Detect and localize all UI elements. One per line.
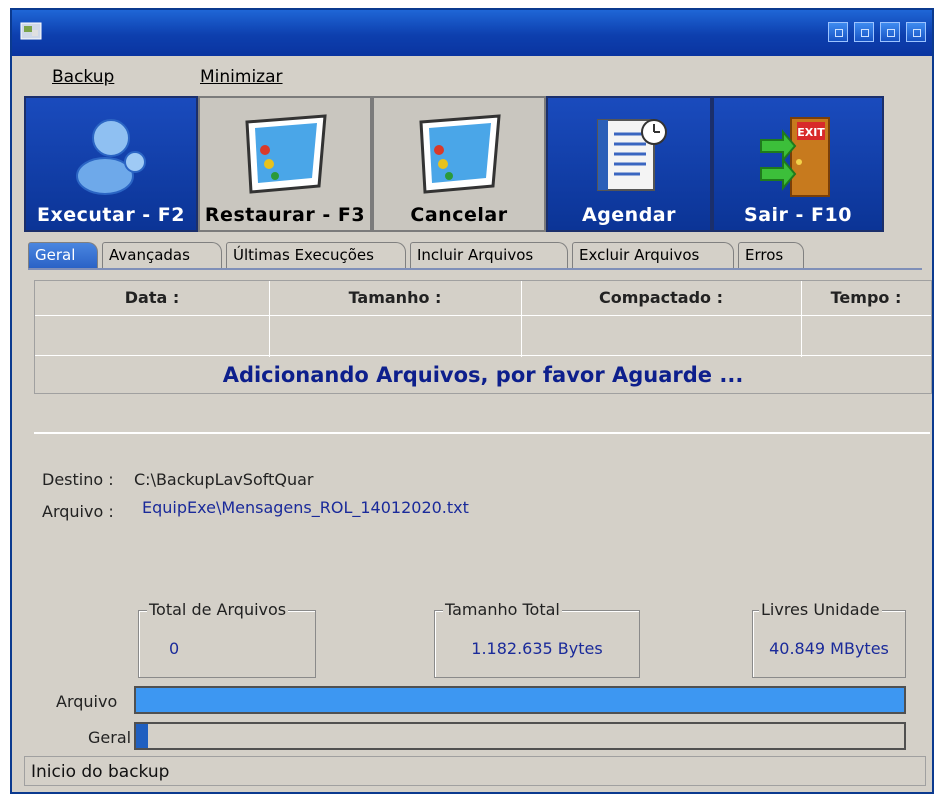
- restaurar-button[interactable]: Restaurar - F3: [198, 96, 372, 232]
- geral-progress-label: Geral: [88, 728, 132, 747]
- toolbar: Executar - F2 Restaurar - F3 Cancelar Ag…: [24, 96, 884, 232]
- total-arquivos-value: 0: [169, 639, 180, 658]
- livres-unidade-box: Livres Unidade 40.849 MBytes: [752, 600, 906, 678]
- tab-divider: [28, 268, 922, 270]
- tab-geral[interactable]: Geral: [28, 242, 98, 268]
- geral-progress-bar: [134, 722, 906, 750]
- agendar-label: Agendar: [581, 204, 676, 226]
- app-icon: [20, 22, 42, 40]
- header-tamanho: Tamanho :: [269, 281, 521, 316]
- exit-door-icon: EXIT: [760, 117, 830, 197]
- tamanho-total-box: Tamanho Total 1.182.635 Bytes: [434, 600, 640, 678]
- arquivo-progress-bar: [134, 686, 906, 714]
- geral-progress-fill: [136, 724, 148, 748]
- calendar-icon: [597, 119, 667, 191]
- cancelar-button[interactable]: Cancelar: [372, 96, 546, 232]
- arquivo-label: Arquivo :: [42, 502, 114, 521]
- help-button[interactable]: [828, 22, 848, 42]
- tab-ultimas-execucoes[interactable]: Últimas Execuções: [226, 242, 406, 268]
- close-button[interactable]: [906, 22, 926, 42]
- tamanho-total-label: Tamanho Total: [443, 600, 562, 619]
- sair-button[interactable]: EXIT Sair - F10: [712, 96, 884, 232]
- destino-label: Destino :: [42, 470, 114, 489]
- minimize-button[interactable]: [854, 22, 874, 42]
- header-compactado: Compactado :: [521, 281, 801, 316]
- livres-unidade-value: 40.849 MBytes: [769, 639, 889, 658]
- progress-message: Adicionando Arquivos, por favor Aguarde …: [35, 355, 931, 394]
- tab-strip: Geral Avançadas Últimas Execuções Inclui…: [28, 242, 922, 268]
- executar-button[interactable]: Executar - F2: [24, 96, 198, 232]
- menu-minimizar-label: Minimizar: [200, 67, 283, 87]
- menu-bar: Backup Minimizar: [12, 58, 932, 96]
- user-icon: [76, 119, 146, 195]
- total-arquivos-label: Total de Arquivos: [147, 600, 289, 619]
- menu-backup[interactable]: Backup: [52, 67, 114, 87]
- arquivo-value: EquipExe\Mensagens_ROL_14012020.txt: [142, 498, 469, 517]
- backup-window: Backup Minimizar Executar - F2 Restaurar…: [10, 8, 934, 794]
- status-bar: Inicio do backup: [24, 756, 926, 786]
- menu-minimizar[interactable]: Minimizar: [200, 67, 283, 87]
- sair-label: Sair - F10: [744, 204, 852, 226]
- restaurar-label: Restaurar - F3: [204, 204, 366, 226]
- header-tempo: Tempo :: [801, 281, 931, 316]
- header-data: Data :: [35, 281, 269, 316]
- agendar-button[interactable]: Agendar: [546, 96, 712, 232]
- livres-unidade-label: Livres Unidade: [759, 600, 882, 619]
- tab-erros[interactable]: Erros: [738, 242, 804, 268]
- arquivo-progress-fill: [136, 688, 904, 712]
- executar-label: Executar - F2: [37, 204, 185, 226]
- svg-text:EXIT: EXIT: [797, 126, 825, 139]
- menu-backup-label: Backup: [52, 67, 115, 87]
- tab-excluir-arquivos[interactable]: Excluir Arquivos: [572, 242, 734, 268]
- tab-avancadas[interactable]: Avançadas: [102, 242, 222, 268]
- destino-value: C:\BackupLavSoftQuar: [134, 470, 314, 489]
- cancelar-label: Cancelar: [410, 204, 508, 226]
- window-icon: [419, 114, 501, 194]
- window-icon: [245, 114, 327, 194]
- details-panel: Destino : C:\BackupLavSoftQuar Arquivo :…: [34, 432, 930, 756]
- results-grid: Data : Tamanho : Compactado : Tempo : Ad…: [34, 280, 932, 394]
- total-arquivos-box: Total de Arquivos 0: [138, 600, 316, 678]
- maximize-button[interactable]: [880, 22, 900, 42]
- title-bar[interactable]: [12, 10, 932, 56]
- tamanho-total-value: 1.182.635 Bytes: [471, 639, 603, 658]
- tab-incluir-arquivos[interactable]: Incluir Arquivos: [410, 242, 568, 268]
- arquivo-progress-label: Arquivo: [56, 692, 118, 711]
